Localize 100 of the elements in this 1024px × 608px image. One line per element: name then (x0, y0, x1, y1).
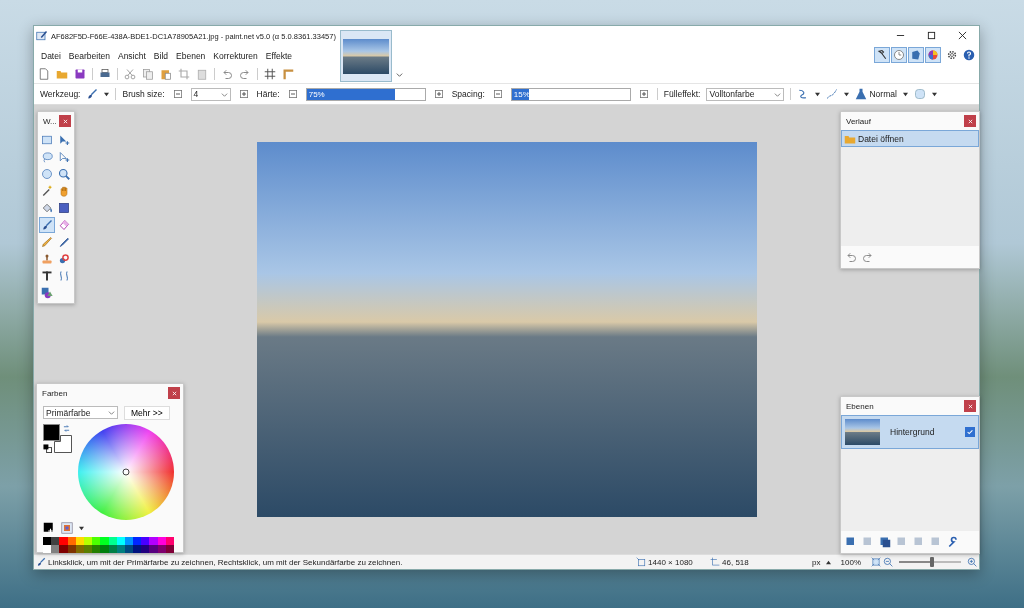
minus-icon[interactable] (288, 90, 297, 98)
reset-colors-icon[interactable] (43, 444, 52, 453)
palette-swatch[interactable] (100, 545, 109, 553)
panel-toggle-button[interactable] (908, 47, 924, 63)
delete-layer-icon[interactable] (862, 536, 874, 548)
palette-swatch[interactable] (133, 537, 142, 545)
palette-swatch[interactable] (100, 537, 109, 545)
palette-swatch[interactable] (59, 537, 68, 545)
undo-icon[interactable] (221, 68, 233, 80)
menu-item[interactable]: Ansicht (113, 50, 150, 61)
caret-icon[interactable] (902, 91, 908, 97)
brush-icon[interactable] (86, 88, 99, 100)
palette-swatch[interactable] (75, 545, 84, 553)
palette-swatch[interactable] (67, 537, 76, 545)
palette-swatch[interactable] (141, 537, 150, 545)
maximize-icon[interactable] (927, 31, 936, 40)
palette-swatch[interactable] (149, 545, 158, 553)
menu-item[interactable]: Bearbeiten (64, 50, 114, 61)
menu-item[interactable]: Effekte (261, 50, 297, 61)
copy-icon[interactable] (142, 68, 154, 80)
palette-swatch[interactable] (43, 537, 52, 545)
minus-icon[interactable] (173, 90, 182, 98)
layer-down-icon[interactable] (930, 536, 942, 548)
settings-icon[interactable] (946, 49, 958, 61)
palette-swatch[interactable] (43, 545, 52, 553)
palette-swatch[interactable] (51, 537, 60, 545)
close-button[interactable] (964, 115, 976, 127)
palette-swatch[interactable] (157, 537, 166, 545)
minus-icon[interactable] (493, 90, 502, 98)
palette-swatch[interactable] (165, 545, 174, 553)
visibility-checkbox[interactable] (965, 427, 975, 437)
menu-item[interactable]: Korrekturen (209, 50, 262, 61)
panel-toggle-button[interactable] (874, 47, 890, 63)
palette-swatch[interactable] (83, 537, 93, 545)
fill-dropdown[interactable]: Volltonfarbe (706, 87, 785, 101)
primary-color-swatch[interactable] (43, 424, 60, 441)
folder-icon[interactable] (56, 68, 68, 80)
panel-toggle-button[interactable] (925, 47, 941, 63)
palette-swatch[interactable] (116, 545, 125, 553)
redo-icon[interactable] (862, 251, 874, 263)
palette-swatch[interactable] (108, 545, 117, 553)
add-color-icon[interactable] (43, 522, 55, 534)
palette-swatch[interactable] (165, 537, 174, 545)
palette-swatch[interactable] (116, 537, 125, 545)
image-tab[interactable] (339, 30, 392, 82)
plus-icon[interactable] (239, 90, 248, 98)
close-button[interactable] (168, 387, 180, 399)
more-button[interactable]: Mehr >> (124, 406, 170, 420)
layer-up-icon[interactable] (913, 536, 925, 548)
palette-swatch[interactable] (92, 545, 101, 553)
unit-dropdown[interactable]: px (812, 557, 831, 567)
curve-icon[interactable] (826, 88, 839, 100)
zoom-out-icon[interactable] (883, 557, 893, 567)
caret-icon[interactable] (104, 91, 110, 97)
layer-item[interactable]: Hintergrund (841, 415, 979, 449)
undo-icon[interactable] (845, 251, 857, 263)
wheel-cursor-icon[interactable] (122, 468, 130, 476)
palette-swatch[interactable] (83, 545, 93, 553)
panel-toggle-button[interactable] (891, 47, 907, 63)
ruler-icon[interactable] (282, 68, 294, 80)
close-icon[interactable] (958, 31, 967, 40)
palette-swatch[interactable] (108, 537, 117, 545)
chevron-down-icon[interactable] (394, 70, 404, 79)
zoom-value[interactable]: 100% (840, 557, 861, 567)
new-file-icon[interactable] (38, 68, 50, 80)
plus-icon[interactable] (434, 90, 443, 98)
save-icon[interactable] (74, 68, 86, 80)
palette-swatch[interactable] (141, 545, 150, 553)
tool-button[interactable] (39, 285, 55, 301)
hardness-slider[interactable]: 75% (305, 87, 426, 101)
close-button[interactable] (964, 400, 976, 412)
caret-icon[interactable] (931, 91, 937, 97)
add-layer-icon[interactable] (845, 536, 857, 548)
wrench-icon[interactable] (947, 536, 959, 548)
palette-swatch[interactable] (67, 545, 76, 553)
palette-icon[interactable] (61, 522, 73, 534)
grid-icon[interactable] (264, 68, 276, 80)
crop-icon[interactable] (178, 68, 190, 80)
menu-item[interactable]: Bild (149, 50, 173, 61)
duplicate-layer-icon[interactable] (879, 536, 891, 548)
clipboard-icon[interactable] (160, 68, 172, 80)
caret-icon[interactable] (844, 91, 850, 97)
redo-icon[interactable] (239, 68, 251, 80)
brush-size-dropdown[interactable]: 4 (190, 87, 231, 101)
help-icon[interactable] (963, 49, 975, 61)
menu-item[interactable]: Datei (37, 50, 65, 61)
palette-swatch[interactable] (92, 537, 101, 545)
palette-swatch[interactable] (124, 537, 134, 545)
plus-icon[interactable] (639, 90, 648, 98)
swap-icon[interactable] (63, 425, 70, 432)
tool-button[interactable] (56, 200, 72, 216)
fit-window-icon[interactable] (871, 557, 881, 567)
printer-icon[interactable] (99, 68, 111, 80)
close-button[interactable] (59, 115, 71, 127)
color-target-dropdown[interactable]: Primärfarbe (43, 406, 118, 419)
caret-icon[interactable] (79, 525, 84, 531)
caret-icon[interactable] (815, 91, 821, 97)
zoom-in-icon[interactable] (967, 557, 977, 567)
scissors-icon[interactable] (124, 68, 136, 80)
selection-mode-icon[interactable] (913, 88, 926, 100)
